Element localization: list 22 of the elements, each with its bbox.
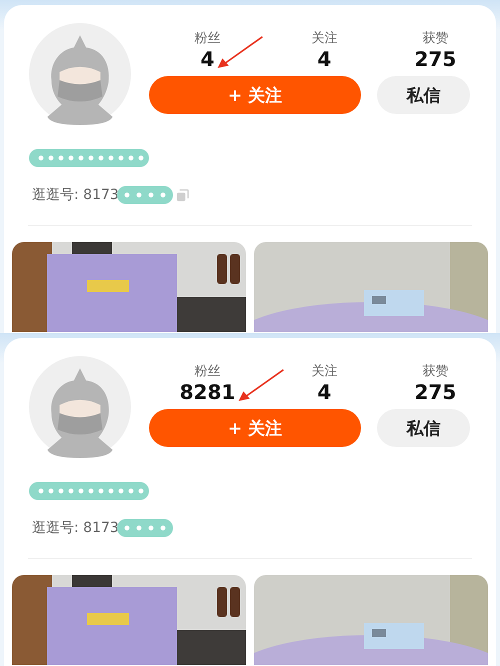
avatar-icon (29, 356, 131, 458)
redaction-mark (116, 185, 173, 205)
redaction-mark (116, 518, 173, 538)
message-button[interactable]: 私信 (377, 409, 470, 447)
avatar-icon (29, 23, 131, 125)
stat-label: 获赞 (422, 363, 448, 380)
stat-count: 275 (414, 47, 456, 71)
stat-label: 粉丝 (194, 30, 220, 47)
stat-count: 275 (414, 380, 456, 404)
stat-count: 4 (317, 47, 332, 71)
user-id: 逛逛号: 8173 (32, 186, 119, 204)
annotation-arrow (237, 368, 286, 402)
user-id: 逛逛号: 8173 (32, 519, 119, 537)
message-button[interactable]: 私信 (377, 76, 470, 114)
stat-label: 粉丝 (194, 363, 220, 380)
stat-label: 关注 (311, 363, 338, 380)
stat-label: 关注 (311, 30, 338, 47)
stat-label: 获赞 (422, 30, 448, 47)
stat-count: 8281 (180, 380, 236, 404)
stat-count: 4 (317, 380, 332, 404)
stat-count: 4 (200, 47, 214, 71)
copy-icon[interactable] (176, 188, 189, 202)
